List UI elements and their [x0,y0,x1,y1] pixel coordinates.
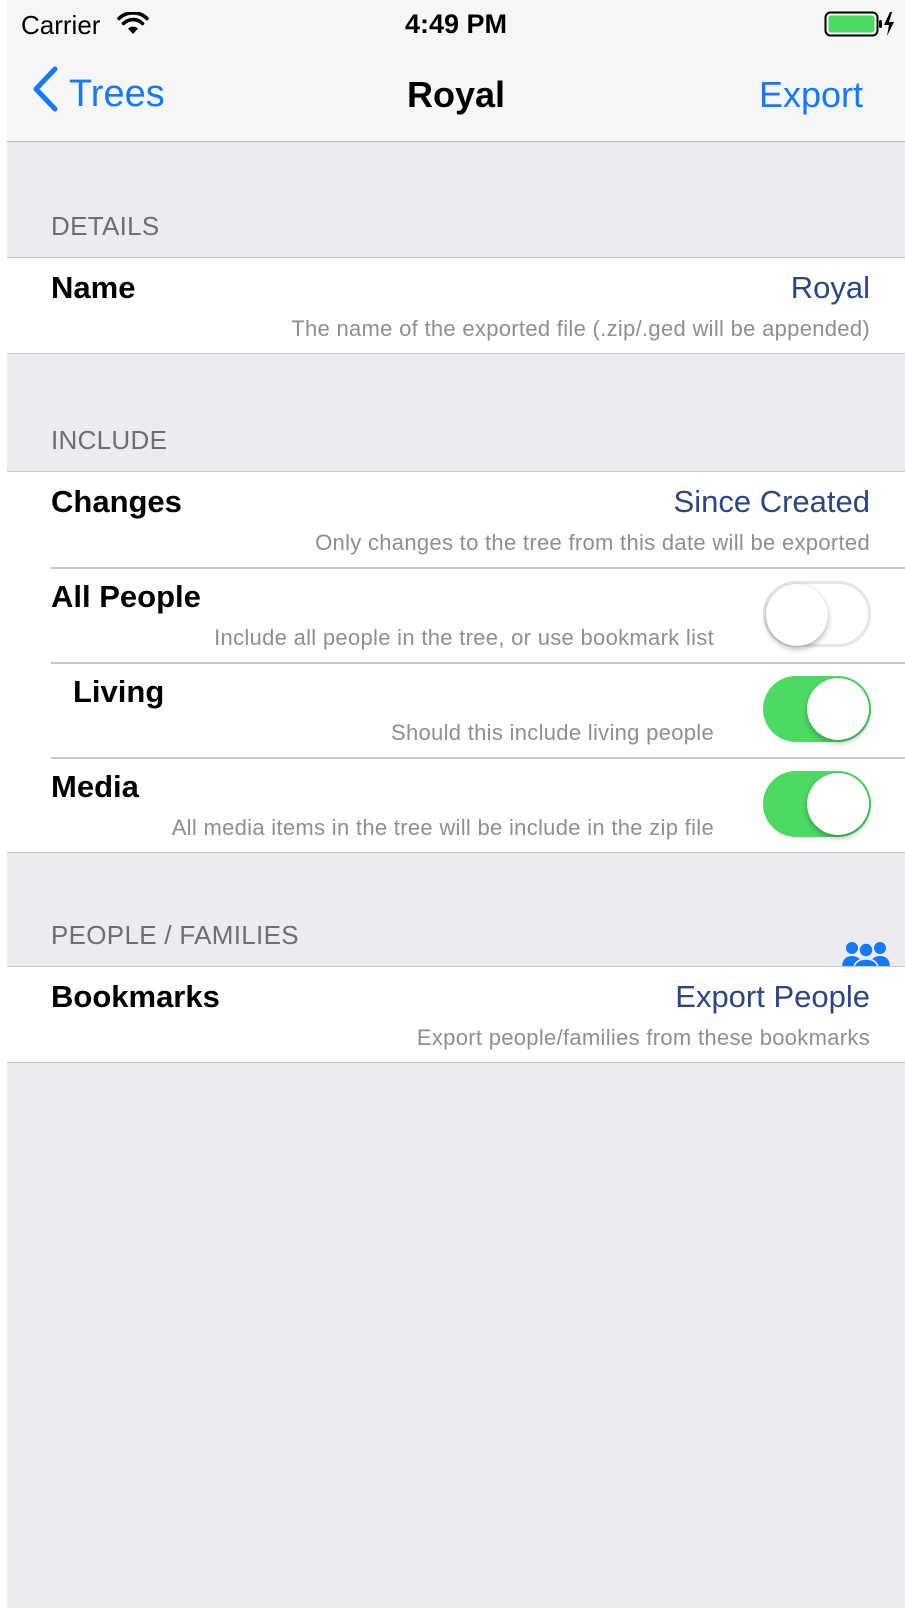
media-title: Media [51,769,139,804]
name-detail: The name of the exported file (.zip/.ged… [291,316,870,341]
navigation-bar: Trees Royal Export [7,48,905,142]
toggle-knob [807,773,869,835]
toggle-knob [807,678,869,740]
status-bar: Carrier 4:49 PM [7,0,905,48]
all-people-toggle[interactable] [763,581,871,647]
section-header-include: INCLUDE [51,425,168,455]
export-button[interactable]: Export [759,74,863,116]
living-detail: Should this include living people [390,720,714,745]
living-toggle[interactable] [763,676,871,742]
media-detail: All media items in the tree will be incl… [171,815,714,840]
media-row: Media All media items in the tree will b… [7,757,905,852]
people-families-group: Bookmarks Export People Export people/fa… [7,966,905,1063]
all-people-title: All People [51,579,201,614]
name-row[interactable]: Name Royal The name of the exported file… [7,258,905,353]
name-title: Name [51,270,136,305]
living-title: Living [73,674,165,709]
battery-charging-icon [824,11,896,42]
section-header-details: DETAILS [51,211,160,241]
name-value[interactable]: Royal [791,270,870,306]
clock-time: 4:49 PM [404,9,508,39]
media-toggle[interactable] [763,771,871,837]
changes-row[interactable]: Changes Since Created Only changes to th… [7,472,905,567]
include-group: Changes Since Created Only changes to th… [7,471,905,853]
bookmarks-row[interactable]: Bookmarks Export People Export people/fa… [7,967,905,1062]
all-people-detail: Include all people in the tree, or use b… [214,625,714,650]
all-people-row: All People Include all people in the tre… [7,567,905,662]
bookmarks-detail: Export people/families from these bookma… [416,1025,870,1050]
toggle-knob [766,584,828,646]
bookmarks-title: Bookmarks [51,979,220,1014]
living-row: Living Should this include living people [7,662,905,757]
details-group: Name Royal The name of the exported file… [7,257,905,354]
section-header-people-families: PEOPLE / FAMILIES [51,920,299,950]
screen: Carrier 4:49 PM Trees Royal Export DETAI… [7,0,905,1608]
changes-title: Changes [51,484,182,519]
changes-detail: Only changes to the tree from this date … [315,530,870,555]
bookmarks-value[interactable]: Export People [675,979,870,1015]
changes-value[interactable]: Since Created [674,484,870,520]
